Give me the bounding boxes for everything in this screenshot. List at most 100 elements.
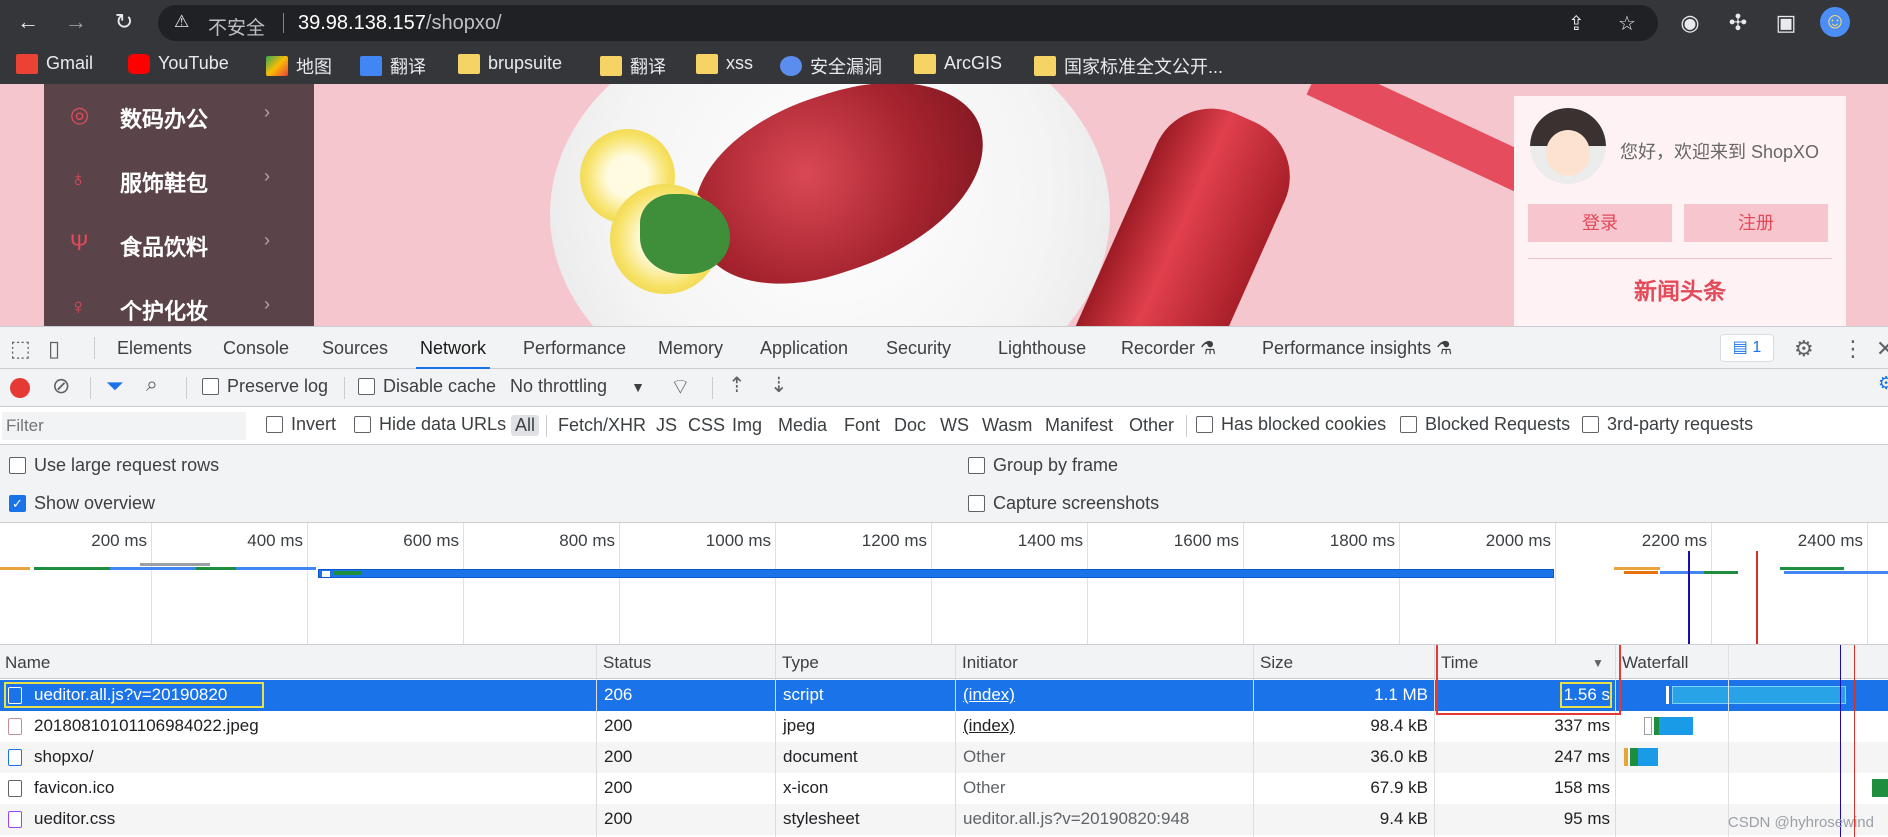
network-conditions-icon[interactable]: ⌔ <box>670 373 691 401</box>
side-panel-icon[interactable]: ▣ <box>1772 9 1800 37</box>
divider <box>1186 415 1187 437</box>
filter-type-font[interactable]: Font <box>844 415 880 436</box>
bookmark-maps[interactable]: 地图 <box>266 53 332 79</box>
filter-type-fetch-xhr[interactable]: Fetch/XHR <box>558 415 646 436</box>
category-item[interactable]: Ψ 食品饮料 › <box>44 212 314 276</box>
preserve-log-checkbox[interactable]: Preserve log <box>202 376 328 397</box>
category-item[interactable]: ♀ 个护化妆 › <box>44 276 314 326</box>
has-blocked-cookies-checkbox[interactable]: Has blocked cookies <box>1196 414 1386 435</box>
request-initiator[interactable]: ueditor.all.js?v=20190820:948 <box>963 809 1189 829</box>
bookmark-translate[interactable]: 翻译 <box>360 53 426 79</box>
filter-type-ws[interactable]: WS <box>940 415 969 436</box>
tab-lighthouse[interactable]: Lighthouse <box>998 338 1086 359</box>
tab-application[interactable]: Application <box>760 338 848 359</box>
column-header-name[interactable]: Name <box>5 653 50 673</box>
share-icon[interactable]: ⇪ <box>1568 11 1585 36</box>
table-row[interactable]: favicon.ico 200 x-icon Other 67.9 kB 158… <box>0 773 1888 804</box>
throttling-select[interactable]: No throttling ▼ <box>510 376 645 397</box>
filter-type-other[interactable]: Other <box>1129 415 1174 436</box>
inspect-element-icon[interactable]: ⬚ <box>10 336 31 362</box>
tab-performance-insights[interactable]: Performance insights ⚗ <box>1262 338 1452 359</box>
bookmark-gmail[interactable]: Gmail <box>16 53 93 74</box>
settings-gear-icon[interactable]: ⚙ <box>1794 336 1814 362</box>
category-item[interactable]: ◎ 数码办公 › <box>44 84 314 148</box>
column-header-waterfall[interactable]: Waterfall <box>1622 653 1688 673</box>
checkbox-icon <box>202 378 219 395</box>
search-icon[interactable]: ⌕ <box>146 373 158 397</box>
close-icon[interactable]: ✕ <box>1876 336 1888 362</box>
bookmark-folder-translate[interactable]: 翻译 <box>600 53 666 79</box>
request-initiator[interactable]: (index) <box>963 685 1015 705</box>
tab-console[interactable]: Console <box>223 338 289 359</box>
more-options-icon[interactable]: ⋮ <box>1842 336 1864 362</box>
timeline-gridline <box>1711 523 1712 644</box>
tab-memory[interactable]: Memory <box>658 338 723 359</box>
tab-elements[interactable]: Elements <box>117 338 192 359</box>
large-rows-checkbox[interactable]: Use large request rows <box>9 455 219 476</box>
tab-performance[interactable]: Performance <box>523 338 626 359</box>
tab-security[interactable]: Security <box>886 338 951 359</box>
bookmark-folder-xss[interactable]: xss <box>696 53 753 74</box>
column-header-type[interactable]: Type <box>782 653 819 673</box>
login-button[interactable]: 登录 <box>1528 204 1672 242</box>
show-overview-checkbox[interactable]: ✓ Show overview <box>9 493 155 514</box>
bookmark-folder-national-standards[interactable]: 国家标准全文公开... <box>1034 53 1223 79</box>
column-header-initiator[interactable]: Initiator <box>962 653 1018 673</box>
network-settings-icon[interactable]: ⚙ <box>1878 373 1888 394</box>
forward-icon[interactable]: → <box>62 8 90 36</box>
invert-checkbox[interactable]: Invert <box>266 414 336 435</box>
profile-avatar-icon[interactable]: ☺ <box>1820 7 1850 37</box>
export-har-icon[interactable]: ⇣ <box>770 373 788 398</box>
capture-screenshots-checkbox[interactable]: Capture screenshots <box>968 493 1159 514</box>
url-text[interactable]: 39.98.138.157/shopxo/ <box>298 12 502 35</box>
filter-type-wasm[interactable]: Wasm <box>982 415 1032 436</box>
register-button[interactable]: 注册 <box>1684 204 1828 242</box>
bookmark-folder-brupsuite[interactable]: brupsuite <box>458 53 562 74</box>
category-item[interactable]: ♁ 服饰鞋包 › <box>44 148 314 212</box>
device-toolbar-icon[interactable]: ▯ <box>48 336 60 362</box>
table-row[interactable]: ueditor.css 200 stylesheet ueditor.all.j… <box>0 804 1888 835</box>
bookmark-youtube[interactable]: YouTube <box>128 53 229 74</box>
column-header-status[interactable]: Status <box>603 653 651 673</box>
folder-icon <box>1034 56 1056 76</box>
filter-input[interactable] <box>2 412 246 440</box>
checkbox-label: Has blocked cookies <box>1221 414 1387 434</box>
table-row[interactable]: 20180810101106984022.jpeg 200 jpeg (inde… <box>0 711 1888 742</box>
timeline-overview[interactable]: 200 ms 400 ms 600 ms 800 ms 1000 ms 1200… <box>0 523 1888 645</box>
filter-type-img[interactable]: Img <box>732 415 762 436</box>
third-party-checkbox[interactable]: 3rd-party requests <box>1582 414 1753 435</box>
bookmark-folder-arcgis[interactable]: ArcGIS <box>914 53 1002 74</box>
tab-sources[interactable]: Sources <box>322 338 388 359</box>
address-bar[interactable]: ⚠ 不安全 39.98.138.157/shopxo/ ⇪ ☆ <box>158 5 1658 41</box>
request-initiator[interactable]: (index) <box>963 716 1015 736</box>
tab-network[interactable]: Network <box>415 338 491 370</box>
filter-type-manifest[interactable]: Manifest <box>1045 415 1113 436</box>
filter-icon[interactable]: ⏷ <box>106 373 124 399</box>
record-icon[interactable] <box>10 378 30 398</box>
bookmark-star-icon[interactable]: ☆ <box>1618 11 1636 36</box>
filter-type-all[interactable]: All <box>511 415 540 436</box>
group-by-frame-checkbox[interactable]: Group by frame <box>968 455 1118 476</box>
request-time: 158 ms <box>1554 778 1610 797</box>
filter-type-media[interactable]: Media <box>778 415 827 436</box>
filter-type-doc[interactable]: Doc <box>894 415 926 436</box>
folder-icon <box>458 53 480 74</box>
blocked-requests-checkbox[interactable]: Blocked Requests <box>1400 414 1570 435</box>
column-header-size[interactable]: Size <box>1260 653 1293 673</box>
reload-icon[interactable]: ↻ <box>110 8 138 36</box>
extensions-puzzle-icon[interactable]: ✣ <box>1724 9 1752 37</box>
filter-type-js[interactable]: JS <box>656 415 677 436</box>
hide-data-urls-checkbox[interactable]: Hide data URLs <box>354 414 506 435</box>
issues-badge[interactable]: ▤ 1 <box>1720 334 1774 362</box>
import-har-icon[interactable]: ⇡ <box>728 373 746 398</box>
filter-type-css[interactable]: CSS <box>688 415 725 436</box>
timeline-gridline <box>463 523 464 644</box>
back-icon[interactable]: ← <box>14 8 42 36</box>
tab-recorder[interactable]: Recorder ⚗ <box>1121 338 1216 359</box>
disable-cache-checkbox[interactable]: Disable cache <box>358 376 496 397</box>
extension-record-icon[interactable]: ◉ <box>1676 9 1704 37</box>
bookmark-security-vulns[interactable]: 安全漏洞 <box>780 53 882 79</box>
clear-icon[interactable]: ⊘ <box>52 373 70 399</box>
checkbox-icon <box>968 457 985 474</box>
table-row[interactable]: shopxo/ 200 document Other 36.0 kB 247 m… <box>0 742 1888 773</box>
